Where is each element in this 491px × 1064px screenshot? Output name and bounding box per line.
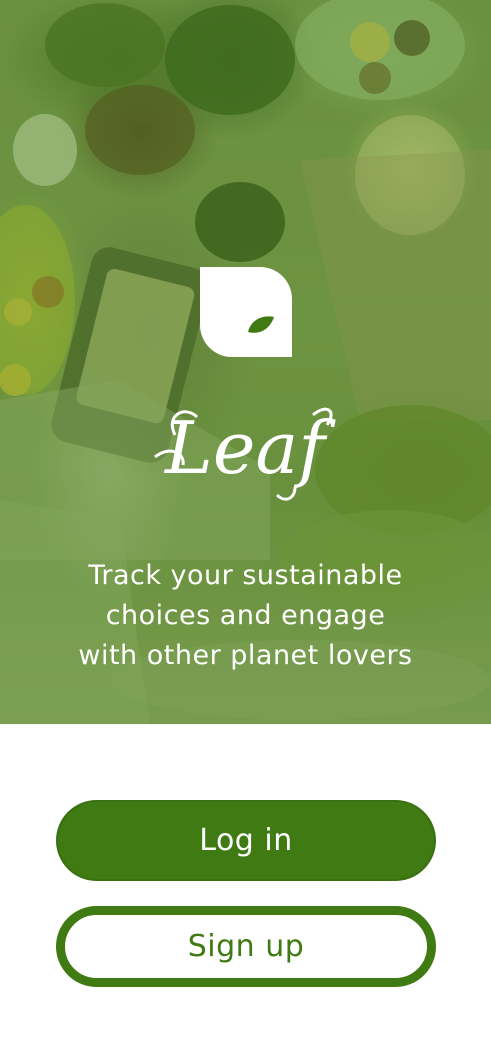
login-button[interactable]: Log in [56,800,436,881]
tagline-line-2: choices and engage [105,600,386,631]
signup-button[interactable]: Sign up [56,906,436,987]
svg-text:Leaf: Leaf [163,406,336,490]
hero-background-photo: Leaf Track your sustainable choices and … [0,0,491,724]
tagline-line-3: with other planet lovers [78,640,413,671]
tagline-line-1: Track your sustainable [88,560,403,591]
leaf-icon [200,267,292,357]
leaf-wordmark-logo: Leaf [154,406,336,501]
tagline: Track your sustainable choices and engag… [0,556,491,676]
